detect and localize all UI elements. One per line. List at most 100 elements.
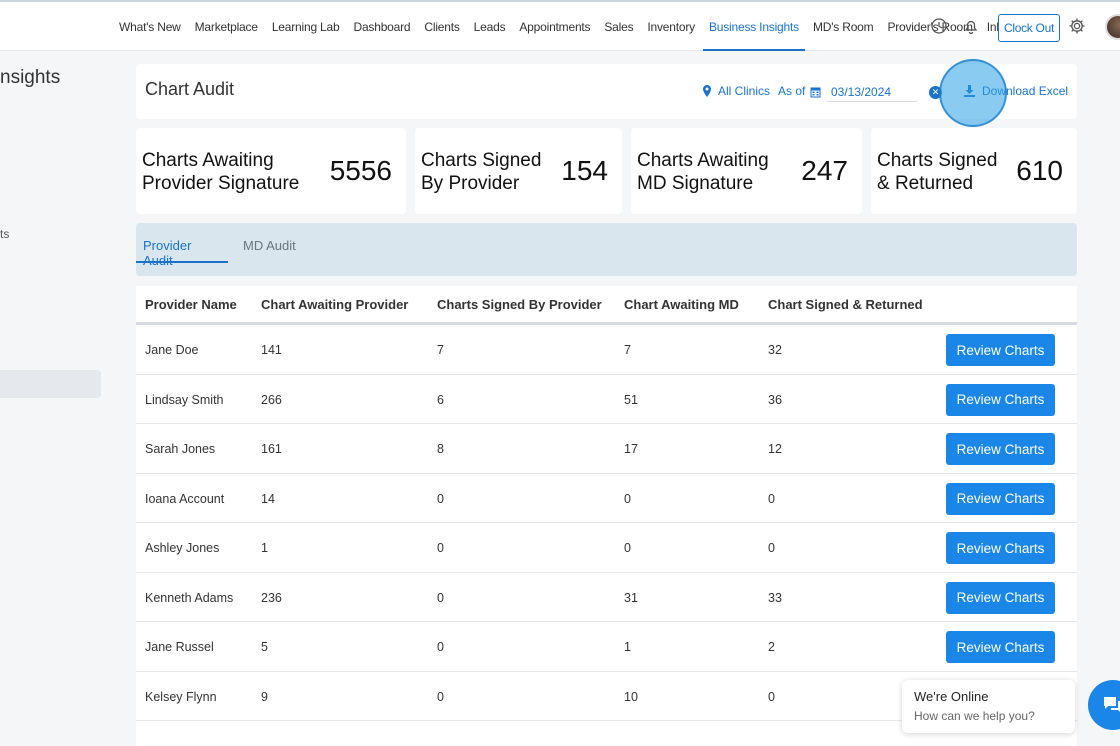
cell-provider-name: Kelsey Flynn (145, 689, 217, 704)
cell-awaiting-md: 7 (624, 343, 631, 357)
cell-provider-name: Ioana Account (145, 491, 225, 506)
cell-signed-returned: 32 (768, 343, 782, 357)
chat-launcher-button[interactable] (1088, 680, 1120, 730)
table-row: Kenneth Adams 236 0 31 33 Review Charts (136, 573, 1077, 622)
sidebar-title: nsights (0, 67, 61, 88)
top-nav: What's New Marketplace Learning Lab Dash… (0, 0, 1120, 51)
cell-provider-name: Jane Doe (145, 343, 199, 357)
stat-value: 247 (801, 155, 848, 186)
cell-signed-by-provider: 0 (437, 689, 444, 704)
nav-item-business-insights[interactable]: Business Insights (702, 2, 805, 51)
cell-provider-name: Sarah Jones (145, 442, 216, 456)
nav-item-dashboard[interactable]: Dashboard (353, 2, 410, 51)
audit-tabs: Provider Audit MD Audit (136, 223, 1077, 276)
cell-awaiting-md: 51 (624, 392, 638, 407)
cell-signed-by-provider: 8 (437, 442, 444, 456)
gear-icon[interactable] (1068, 17, 1086, 35)
nav-item-marketplace[interactable]: Marketplace (195, 2, 258, 51)
nav-item-clients[interactable]: Clients (424, 2, 459, 51)
cell-awaiting-md: 31 (624, 590, 638, 605)
review-charts-button[interactable]: Review Charts (946, 383, 1055, 416)
chat-icon (1104, 697, 1120, 712)
sidebar: nsights ts (0, 51, 112, 746)
cell-signed-returned: 2 (768, 640, 775, 654)
cell-signed-returned: 12 (768, 442, 782, 456)
stat-label: Charts Awaiting Provider Signature (142, 150, 300, 194)
review-charts-button[interactable]: Review Charts (946, 581, 1055, 614)
review-charts-button[interactable]: Review Charts (946, 631, 1055, 663)
nav-item-whats-new[interactable]: What's New (119, 2, 181, 51)
clinic-filter[interactable]: All Clinics (702, 84, 770, 98)
table-row: Ioana Account 14 0 0 0 Review Charts (136, 474, 1077, 523)
bell-icon[interactable] (962, 17, 980, 35)
cell-signed-by-provider: 7 (437, 343, 444, 357)
nav-item-leads[interactable]: Leads (474, 2, 506, 51)
table-row: Ashley Jones 1 0 0 0 Review Charts (136, 523, 1077, 573)
review-charts-button[interactable]: Review Charts (946, 532, 1055, 564)
column-header-signed-returned: Chart Signed & Returned (768, 297, 923, 312)
cell-awaiting-md: 1 (624, 640, 631, 654)
nav-items: What's New Marketplace Learning Lab Dash… (119, 2, 1029, 51)
stat-value: 610 (1016, 155, 1063, 186)
cell-awaiting-provider: 1 (261, 541, 268, 555)
stat-value: 5556 (329, 155, 392, 186)
chat-prompt[interactable]: We're Online How can we help you? (902, 680, 1075, 733)
cell-awaiting-md: 17 (624, 442, 638, 456)
table-header: Provider Name Chart Awaiting Provider Ch… (136, 286, 1077, 325)
clock-out-button[interactable]: Clock Out (998, 14, 1060, 42)
date-picker[interactable]: 03/13/2024 (810, 82, 940, 102)
cell-signed-returned: 36 (768, 392, 782, 407)
cell-awaiting-provider: 5 (261, 640, 268, 654)
column-header-awaiting-md: Chart Awaiting MD (624, 297, 739, 312)
sidebar-item-partial[interactable]: ts (0, 227, 9, 241)
table-row: Sarah Jones 161 8 17 12 Review Charts (136, 424, 1077, 474)
cell-signed-by-provider: 0 (437, 491, 444, 506)
stat-card-awaiting-provider: Charts Awaiting Provider Signature 5556 (136, 128, 406, 214)
download-icon (964, 85, 975, 97)
cell-signed-by-provider: 0 (437, 640, 444, 654)
nav-item-mds-room[interactable]: MD's Room (813, 2, 874, 51)
nav-item-sales[interactable]: Sales (604, 2, 633, 51)
nav-item-appointments[interactable]: Appointments (519, 2, 590, 51)
location-pin-icon (703, 85, 711, 97)
nav-item-inventory[interactable]: Inventory (647, 2, 695, 51)
table-row: Jane Doe 141 7 7 32 Review Charts (136, 325, 1077, 375)
download-excel-button[interactable]: Download Excel (964, 84, 1068, 98)
tab-provider-audit[interactable]: Provider Audit (136, 238, 228, 268)
stat-card-signed-by-provider: Charts Signed By Provider 154 (415, 128, 622, 214)
review-charts-button[interactable]: Review Charts (946, 482, 1055, 515)
clinic-filter-label: All Clinics (718, 84, 771, 98)
chat-subtitle: How can we help you? (914, 709, 1035, 723)
history-icon[interactable] (930, 17, 948, 35)
stat-card-awaiting-md: Charts Awaiting MD Signature 247 (631, 128, 862, 214)
page-title: Chart Audit (145, 79, 235, 99)
table-row: Lindsay Smith 266 6 51 36 Review Charts (136, 375, 1077, 424)
stat-card-signed-returned: Charts Signed & Returned 610 (871, 128, 1077, 214)
cell-awaiting-md: 10 (624, 689, 638, 704)
cell-signed-by-provider: 6 (437, 392, 444, 407)
cell-awaiting-md: 0 (624, 491, 631, 506)
as-of-label: As of (778, 84, 806, 98)
cell-awaiting-provider: 161 (261, 442, 282, 456)
sidebar-item-selected[interactable] (0, 370, 101, 398)
cell-awaiting-md: 0 (624, 541, 631, 555)
stat-label: Charts Signed By Provider (421, 150, 542, 194)
date-input[interactable]: 03/13/2024 (827, 83, 917, 102)
avatar[interactable] (1105, 14, 1120, 40)
cell-provider-name: Jane Russel (145, 640, 214, 654)
cell-signed-by-provider: 0 (437, 541, 444, 555)
cell-provider-name: Ashley Jones (145, 541, 220, 555)
nav-item-learning-lab[interactable]: Learning Lab (272, 2, 340, 51)
cell-awaiting-provider: 9 (261, 689, 268, 704)
cell-signed-returned: 0 (768, 689, 775, 704)
review-charts-button[interactable]: Review Charts (946, 433, 1055, 465)
tab-md-audit[interactable]: MD Audit (243, 238, 296, 263)
page-header: Chart Audit All Clinics As of 03/13/2024… (136, 64, 1077, 119)
column-header-provider-name: Provider Name (145, 297, 237, 312)
chat-title: We're Online (914, 689, 989, 704)
review-charts-button[interactable]: Review Charts (946, 334, 1055, 366)
clear-date-icon[interactable]: ✕ (929, 86, 942, 99)
column-header-awaiting-provider: Chart Awaiting Provider (261, 297, 409, 312)
table-row: Jane Russel 5 0 1 2 Review Charts (136, 622, 1077, 672)
cell-signed-returned: 0 (768, 491, 775, 506)
